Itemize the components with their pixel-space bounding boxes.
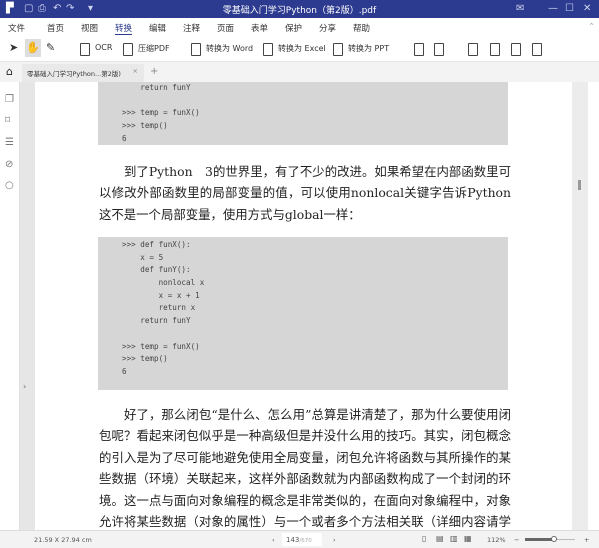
code-line: >>> temp() — [122, 121, 168, 131]
collapse-ribbon-icon[interactable]: ⌃ — [588, 22, 595, 32]
code-line: x = 5 — [122, 252, 164, 262]
page-number-input[interactable]: 143/670 — [282, 533, 322, 546]
zoom-slider-fill — [525, 538, 553, 541]
code-line: >>> temp = funX() — [122, 108, 200, 118]
menu-bar: 文件 首页 视图 转换 编辑 注释 页面 表单 保护 分享 帮助 ⌃ — [0, 18, 599, 36]
convert-to-epub-icon[interactable] — [468, 43, 478, 56]
code-line: nonlocal x — [122, 278, 205, 288]
page-size: 21.59 X 27.94 cm — [34, 536, 92, 544]
code-line: return funY — [122, 83, 191, 92]
zoom-out-button[interactable]: − — [514, 536, 519, 544]
menu-edit[interactable]: 编辑 — [149, 22, 166, 34]
scrollbar-thumb[interactable] — [578, 180, 581, 190]
compress-pdf-button[interactable]: 压缩PDF — [138, 43, 170, 54]
current-page: 143 — [286, 536, 300, 544]
vertical-scrollbar[interactable] — [572, 82, 588, 530]
zoom-level[interactable]: 112% — [487, 536, 506, 544]
document-view[interactable]: › return funY >>> temp = funX() >>> temp… — [20, 82, 588, 530]
prev-page-button[interactable]: ‹ — [272, 536, 275, 544]
tab-bar: ⌂ 零基础入门学习Python...第2版) × + — [0, 62, 599, 82]
tab-label: 零基础入门学习Python...第2版) — [27, 70, 121, 78]
zoom-in-button[interactable]: + — [584, 536, 589, 544]
tab-close-icon[interactable]: × — [133, 67, 138, 75]
message-icon[interactable]: ✉ — [516, 3, 524, 14]
menu-help[interactable]: 帮助 — [353, 22, 370, 34]
menu-form[interactable]: 表单 — [251, 22, 268, 34]
convert-to-html-icon[interactable] — [490, 43, 500, 56]
new-tab-button[interactable]: + — [150, 66, 158, 77]
code-block-2: >>> def funX(): x = 5 def funY(): nonloc… — [98, 237, 508, 390]
edit-tool-icon[interactable]: ✎ — [46, 41, 55, 54]
comment-icon[interactable]: ☰ — [5, 137, 14, 148]
menu-convert[interactable]: 转换 — [115, 22, 133, 35]
convert-to-excel-button[interactable]: 转换为 Excel — [278, 43, 326, 54]
toolbar: ➤ ✋ ✎ OCR 压缩PDF 转换为 Word 转换为 Excel 转换为 P… — [0, 36, 599, 62]
code-line: x = x + 1 — [122, 290, 200, 300]
thumbnails-icon[interactable]: ❐ — [5, 94, 14, 105]
expand-sidebar-arrow-icon[interactable]: › — [23, 382, 26, 391]
hand-tool-icon[interactable]: ✋ — [25, 39, 41, 57]
menu-home[interactable]: 首页 — [47, 22, 64, 34]
status-bar: 21.59 X 27.94 cm ‹ 143/670 › ▯ ▤ ▥ ▦ 112… — [0, 530, 599, 548]
bookmark-icon[interactable]: ⌑ — [5, 115, 10, 126]
convert-to-pdfa-icon[interactable] — [532, 43, 542, 56]
ocr-button[interactable]: OCR — [95, 43, 112, 52]
window-title: 零基础入门学习Python（第2版）.pdf — [222, 6, 377, 16]
code-line: 6 — [122, 133, 127, 143]
search-icon[interactable]: ○ — [5, 180, 14, 191]
thumbnail-view-icon[interactable]: ▦ — [464, 534, 472, 543]
home-icon[interactable]: ⌂ — [6, 65, 13, 78]
title-bar: ▛ ▢ ⎙ ↶ ↷ ▾ 零基础入门学习Python（第2版）.pdf ✉ — ☐… — [0, 0, 599, 18]
paragraph-2: 好了，那么闭包“是什么、怎么用”总算是讲清楚了，那为什么要使用闭包呢？看起来闭包… — [99, 407, 511, 530]
continuous-view-icon[interactable]: ▤ — [436, 534, 444, 543]
ppt-icon — [333, 43, 343, 56]
minimize-button[interactable]: — — [548, 3, 558, 14]
compress-icon — [123, 43, 133, 56]
attachment-icon[interactable]: ⊘ — [5, 159, 13, 170]
menu-protect[interactable]: 保护 — [285, 22, 302, 34]
paragraph-1: 到了Python 3的世界里，有了不少的改进。如果希望在内部函数里可以修改外部函… — [99, 164, 511, 222]
total-pages: /670 — [299, 538, 312, 544]
code-line: return x — [122, 303, 196, 313]
code-block-1: return funY >>> temp = funX() >>> temp()… — [98, 82, 508, 146]
pdf-page: return funY >>> temp = funX() >>> temp()… — [35, 82, 572, 530]
maximize-button[interactable]: ☐ — [565, 3, 574, 14]
document-tab[interactable]: 零基础入门学习Python...第2版) × — [22, 64, 144, 82]
zoom-slider-handle[interactable] — [551, 536, 557, 542]
two-page-view-icon[interactable]: ▥ — [450, 534, 458, 543]
code-line: def funY(): — [122, 265, 191, 275]
single-page-view-icon[interactable]: ▯ — [422, 534, 426, 543]
menu-annotate[interactable]: 注释 — [183, 22, 200, 34]
code-line: >>> def funX(): — [122, 240, 191, 249]
excel-icon — [263, 43, 273, 56]
code-line: >>> temp = funX() — [122, 341, 200, 351]
left-sidebar: ❐ ⌑ ☰ ⊘ ○ — [0, 82, 20, 530]
close-button[interactable]: ✕ — [583, 3, 591, 14]
select-tool-icon[interactable]: ➤ — [9, 41, 18, 54]
code-line: >>> temp() — [122, 354, 168, 364]
next-page-button[interactable]: › — [333, 536, 336, 544]
code-line: return funY — [122, 316, 191, 326]
ocr-icon — [80, 43, 90, 56]
convert-to-rtf-icon[interactable] — [511, 43, 521, 56]
menu-share[interactable]: 分享 — [319, 22, 336, 34]
code-line: 6 — [122, 366, 127, 376]
menu-file[interactable]: 文件 — [8, 22, 25, 34]
menu-page[interactable]: 页面 — [217, 22, 234, 34]
convert-to-ppt-button[interactable]: 转换为 PPT — [348, 43, 389, 54]
word-icon — [191, 43, 201, 56]
convert-to-image-icon[interactable] — [414, 43, 424, 56]
convert-to-word-button[interactable]: 转换为 Word — [206, 43, 253, 54]
menu-view[interactable]: 视图 — [81, 22, 98, 34]
convert-to-text-icon[interactable] — [434, 43, 444, 56]
